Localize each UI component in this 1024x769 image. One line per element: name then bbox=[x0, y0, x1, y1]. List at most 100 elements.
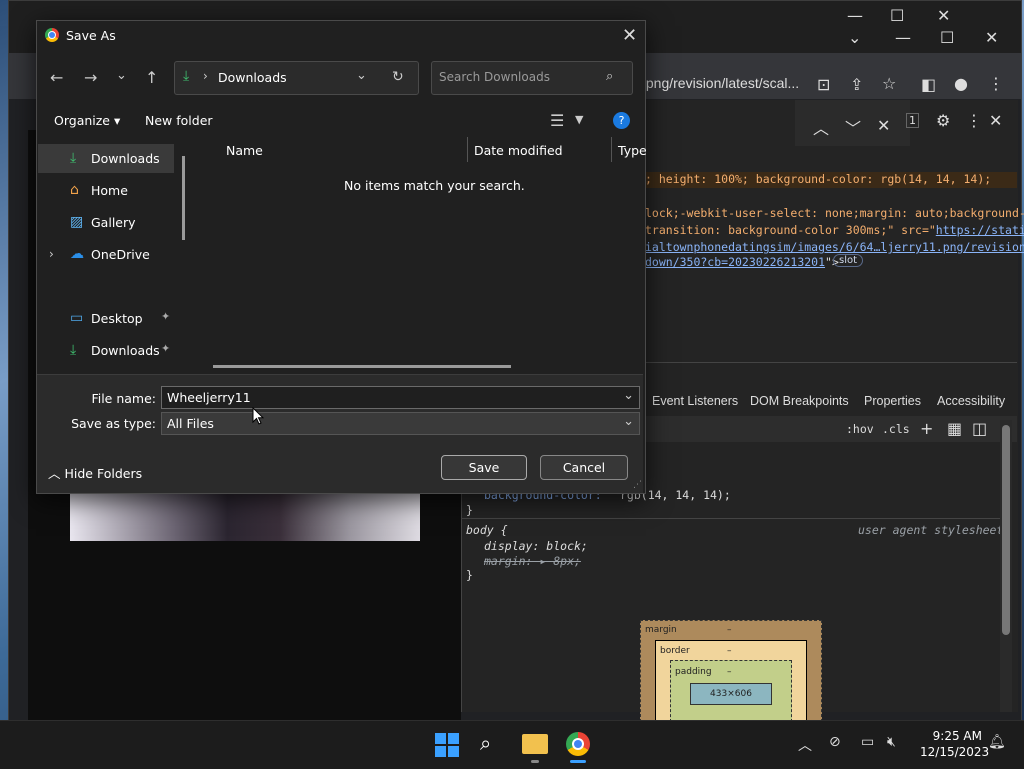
column-name[interactable]: Name bbox=[226, 143, 263, 158]
empty-message: No items match your search. bbox=[344, 178, 525, 193]
chevron-down-icon[interactable]: ⌄ bbox=[623, 388, 634, 403]
organize-label: Organize bbox=[54, 113, 110, 128]
refresh-icon[interactable]: ↻ bbox=[392, 69, 404, 85]
new-folder-button[interactable]: New folder bbox=[145, 113, 213, 128]
css-close-brace: } bbox=[466, 568, 473, 582]
chevron-down-icon[interactable]: ⌄ bbox=[356, 68, 367, 83]
minimize-icon[interactable]: — bbox=[895, 28, 911, 47]
column-divider[interactable] bbox=[467, 137, 468, 162]
search-icon[interactable]: ⌕ bbox=[480, 731, 491, 755]
more-icon[interactable]: ⋮ bbox=[966, 111, 982, 130]
minimize-icon[interactable]: — bbox=[847, 6, 863, 25]
scrollbar-thumb[interactable] bbox=[1002, 425, 1010, 635]
css-declaration[interactable]: display: block; bbox=[484, 539, 588, 553]
dom-link[interactable]: ialtownphonedatingsim/images/6/64…ljerry… bbox=[645, 240, 1024, 254]
dom-line[interactable]: down/350?cb=20230226213201"> bbox=[645, 255, 839, 269]
chevron-down-icon[interactable]: ⌄ bbox=[848, 28, 861, 47]
gear-icon[interactable]: ⚙ bbox=[936, 111, 950, 130]
css-declaration-overridden[interactable]: margin: ▸ 8px; bbox=[484, 554, 581, 568]
address-bar[interactable] bbox=[174, 61, 419, 95]
windows-start-icon[interactable] bbox=[435, 733, 459, 757]
sidebar-item-label: Desktop bbox=[91, 311, 143, 326]
chevron-down-icon[interactable]: ⌄ bbox=[116, 68, 127, 83]
tab-event-listeners[interactable]: Event Listeners bbox=[652, 394, 738, 408]
box-model-border-label: border bbox=[660, 646, 690, 656]
lens-icon[interactable]: ⊡ bbox=[817, 75, 830, 94]
page-image bbox=[70, 490, 420, 541]
chevron-up-icon[interactable]: ︿ bbox=[798, 735, 812, 755]
mouse-cursor-icon bbox=[252, 407, 264, 425]
dom-line[interactable]: ; height: 100%; background-color: rgb(14… bbox=[645, 172, 1017, 188]
paint-icon[interactable]: ▦ bbox=[947, 419, 962, 438]
network-off-icon[interactable]: ⊘ bbox=[829, 734, 841, 750]
star-icon[interactable]: ☆ bbox=[882, 74, 896, 93]
chevron-down-icon[interactable]: ⌄ bbox=[623, 414, 634, 429]
help-icon[interactable]: ? bbox=[613, 112, 630, 129]
hov-toggle[interactable]: :hov bbox=[846, 422, 874, 436]
back-arrow-icon[interactable]: ← bbox=[50, 68, 63, 87]
dom-line[interactable]: transition: background-color 300ms;" src… bbox=[645, 223, 1024, 237]
scrollbar[interactable] bbox=[213, 365, 511, 368]
organize-button[interactable]: Organize ▾ bbox=[54, 113, 120, 128]
column-type[interactable]: Type bbox=[618, 143, 647, 158]
chevron-down-icon[interactable]: ﹀ bbox=[845, 115, 861, 139]
active-indicator bbox=[570, 760, 586, 763]
resize-grip-icon[interactable]: ⋰ bbox=[633, 480, 642, 490]
sidebar-item-downloads[interactable]: ⤓ Downloads bbox=[37, 144, 189, 172]
view-dropdown-icon[interactable]: ▼ bbox=[575, 113, 583, 126]
dom-link[interactable]: down/350?cb=20230226213201 bbox=[645, 255, 825, 269]
plus-icon[interactable]: + bbox=[920, 419, 933, 438]
file-name-field[interactable]: Wheeljerry11 ⌄ bbox=[161, 386, 640, 409]
slot-badge[interactable]: slot bbox=[833, 254, 864, 267]
maximize-icon[interactable]: ☐ bbox=[940, 28, 954, 47]
tab-accessibility[interactable]: Accessibility bbox=[937, 394, 1005, 408]
dom-line[interactable]: lock;-webkit-user-select: none;margin: a… bbox=[645, 206, 1024, 220]
hide-folders-button[interactable]: ︿ Hide Folders bbox=[48, 463, 142, 482]
close-icon[interactable]: ✕ bbox=[877, 116, 890, 135]
chevron-up-icon[interactable]: ︿ bbox=[813, 115, 829, 139]
sidebar-item-downloads-pinned[interactable]: ⤓ Downloads ✦ bbox=[37, 336, 189, 364]
tab-dom-breakpoints[interactable]: DOM Breakpoints bbox=[750, 394, 849, 408]
search-icon[interactable]: ⌕ bbox=[606, 69, 613, 84]
box-model-content[interactable]: 433×606 bbox=[690, 683, 772, 705]
clock-date[interactable]: 12/15/2023 bbox=[920, 745, 989, 759]
close-icon[interactable]: ✕ bbox=[937, 6, 950, 25]
close-icon[interactable]: ✕ bbox=[989, 111, 1002, 130]
cls-toggle[interactable]: .cls bbox=[882, 422, 910, 436]
dom-link[interactable]: https://stati bbox=[936, 223, 1024, 237]
save-button[interactable]: Save bbox=[441, 455, 527, 480]
cancel-button[interactable]: Cancel bbox=[540, 455, 628, 480]
forward-arrow-icon[interactable]: → bbox=[84, 68, 97, 87]
sidebar-item-onedrive[interactable]: › ☁ OneDrive bbox=[37, 240, 189, 268]
menu-icon[interactable]: ⋮ bbox=[988, 74, 1004, 93]
volume-muted-icon[interactable]: 🔇︎ bbox=[887, 734, 896, 750]
sidebar-toggle-icon[interactable]: ◫ bbox=[972, 419, 987, 438]
pin-icon[interactable]: ✦ bbox=[161, 342, 170, 355]
save-type-select[interactable]: All Files ⌄ bbox=[161, 412, 640, 435]
sidebar-item-desktop[interactable]: ▭ Desktop ✦ bbox=[37, 304, 189, 332]
search-placeholder: Search Downloads bbox=[439, 70, 550, 84]
sidebar-item-home[interactable]: ⌂ Home bbox=[37, 176, 189, 204]
tab-properties[interactable]: Properties bbox=[864, 394, 921, 408]
column-date-modified[interactable]: Date modified bbox=[474, 143, 563, 158]
view-list-icon[interactable]: ☰ bbox=[550, 111, 564, 130]
css-selector[interactable]: body { bbox=[466, 523, 508, 537]
chevron-right-icon[interactable]: › bbox=[49, 247, 54, 261]
up-arrow-icon[interactable]: ↑ bbox=[145, 68, 158, 87]
column-divider[interactable] bbox=[611, 137, 612, 162]
side-panel-icon[interactable]: ◧ bbox=[921, 75, 936, 94]
address-location[interactable]: Downloads bbox=[218, 70, 287, 85]
profile-icon[interactable]: ● bbox=[954, 74, 968, 93]
share-icon[interactable]: ⇪ bbox=[850, 75, 863, 94]
close-icon[interactable]: ✕ bbox=[985, 28, 998, 47]
close-icon[interactable]: ✕ bbox=[622, 25, 637, 46]
file-explorer-icon[interactable] bbox=[522, 734, 548, 754]
pin-icon[interactable]: ✦ bbox=[161, 310, 170, 323]
scrollbar[interactable] bbox=[182, 156, 185, 240]
display-icon[interactable]: ▭ bbox=[861, 734, 874, 750]
maximize-icon[interactable]: ☐ bbox=[890, 6, 904, 25]
sidebar-item-gallery[interactable]: ▨ Gallery bbox=[37, 208, 189, 236]
notification-bell-icon[interactable]: 🔔︎ bbox=[988, 734, 1006, 750]
clock-time[interactable]: 9:25 AM bbox=[920, 729, 982, 743]
url-text[interactable]: .png/revision/latest/scal... bbox=[642, 75, 799, 91]
